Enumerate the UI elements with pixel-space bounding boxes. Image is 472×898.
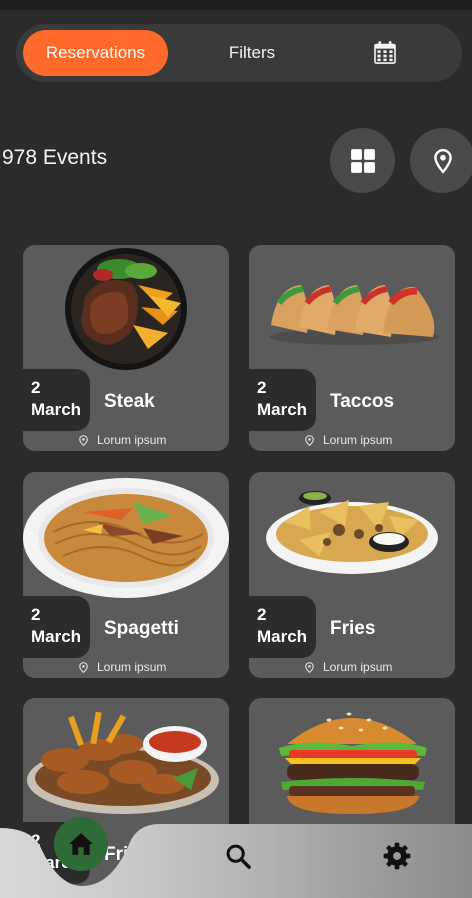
location-pin-icon xyxy=(305,434,314,446)
event-location: Lorum ipsum xyxy=(79,660,166,674)
search-button[interactable] xyxy=(224,842,252,875)
event-location: Lorum ipsum xyxy=(305,433,392,447)
gear-icon xyxy=(383,842,411,870)
location-pin-icon xyxy=(79,661,88,673)
location-button[interactable] xyxy=(410,128,472,193)
event-date: 2March xyxy=(249,596,316,658)
event-card[interactable]: 2 March Taccos Lorum ipsum xyxy=(249,245,455,451)
home-button[interactable] xyxy=(54,817,108,871)
top-tab-bar: Reservations Filters xyxy=(16,24,462,82)
event-title: Fries xyxy=(330,618,376,639)
event-date: 2March xyxy=(23,596,90,658)
event-date: 2March xyxy=(249,369,316,431)
event-title: Steak xyxy=(104,391,155,412)
steak-image xyxy=(65,248,187,370)
event-location: Lorum ipsum xyxy=(305,660,392,674)
grid-view-button[interactable] xyxy=(330,128,395,193)
nachos-image xyxy=(266,491,438,574)
location-pin-icon xyxy=(305,661,314,673)
event-title: Spagetti xyxy=(104,618,179,639)
calendar-icon[interactable] xyxy=(362,30,408,76)
event-card[interactable]: 2 March Fries Lorum ipsum xyxy=(249,472,455,678)
settings-button[interactable] xyxy=(383,842,411,875)
event-card[interactable]: 2 March Steak Lorum ipsum xyxy=(23,245,229,451)
location-pin-icon xyxy=(433,148,452,174)
events-count: 978 Events xyxy=(2,146,108,169)
tab-filters[interactable]: Filters xyxy=(202,30,302,76)
tacos-image xyxy=(269,285,439,345)
event-date: 2March xyxy=(23,369,90,431)
burger-image xyxy=(279,712,427,814)
event-card[interactable]: 2 March Spagetti Lorum ipsum xyxy=(23,472,229,678)
location-pin-icon xyxy=(79,434,88,446)
event-location: Lorum ipsum xyxy=(79,433,166,447)
event-title: Taccos xyxy=(330,391,395,412)
tab-reservations[interactable]: Reservations xyxy=(23,30,168,76)
chicken-wings-image xyxy=(27,711,219,814)
status-strip xyxy=(0,0,472,10)
grid-icon xyxy=(350,148,375,173)
spaghetti-image xyxy=(23,478,229,598)
home-icon xyxy=(69,833,93,855)
search-icon xyxy=(226,844,251,869)
